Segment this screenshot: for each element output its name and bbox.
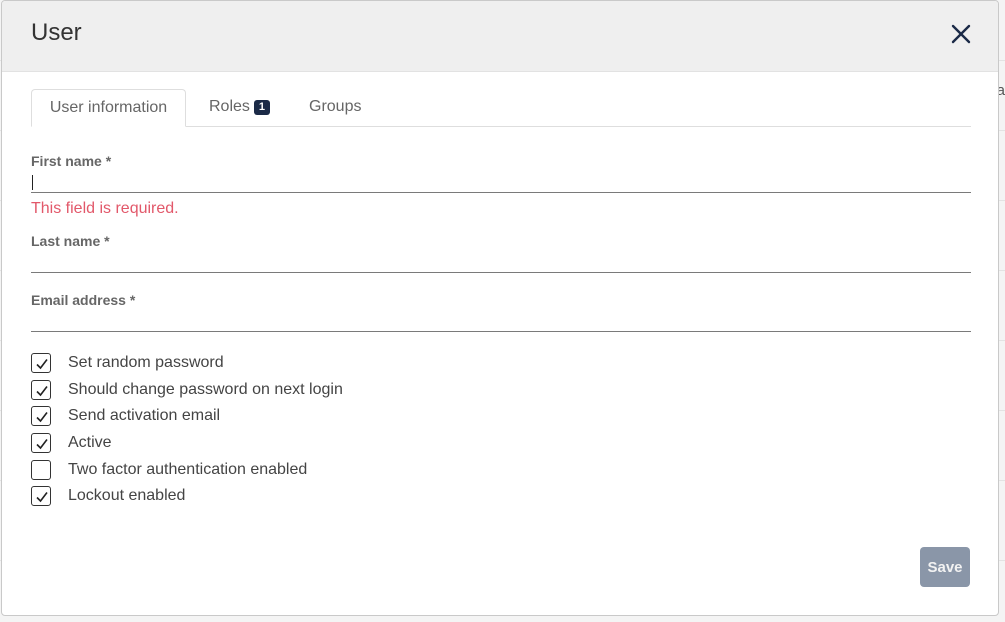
checkmark-icon [36, 412, 48, 423]
email-label: Email address * [31, 292, 136, 308]
checkbox-label: Two factor authentication enabled [68, 461, 308, 478]
checkmark-icon [36, 492, 48, 503]
modal-header: User [2, 1, 998, 72]
checkbox[interactable] [31, 353, 51, 373]
first-name-error: This field is required. [31, 200, 179, 217]
checkmark-icon [36, 439, 48, 450]
save-button[interactable]: Save [920, 547, 970, 587]
roles-count-badge: 1 [253, 100, 270, 115]
checkmark-icon [36, 359, 48, 370]
user-modal: User User information Roles 1 Groups Firs… [1, 0, 999, 616]
checkbox-label: Should change password on next login [68, 381, 343, 398]
modal-title: User [31, 19, 82, 46]
close-icon [951, 24, 971, 44]
text-caret [32, 175, 33, 190]
close-button[interactable] [948, 21, 974, 47]
checkbox-label: Send activation email [68, 407, 221, 424]
tab-label: User information [49, 99, 168, 116]
tab-label: Roles [209, 98, 250, 115]
checkbox[interactable] [31, 406, 51, 426]
tab-bar: User information Roles 1 Groups [31, 89, 971, 127]
last-name-label: Last name * [31, 233, 110, 249]
tab-label: Groups [309, 98, 362, 115]
checkbox-label: Active [68, 434, 112, 451]
checkmark-icon [36, 386, 48, 397]
first-name-input[interactable] [31, 171, 971, 193]
tab-user-information[interactable]: User information [31, 89, 186, 127]
first-name-label: First name * [31, 153, 112, 169]
checkbox-label: Set random password [68, 354, 224, 371]
last-name-input[interactable] [31, 251, 971, 273]
email-input[interactable] [31, 310, 971, 332]
checkbox[interactable] [31, 380, 51, 400]
tab-roles[interactable]: Roles 1 [209, 89, 270, 126]
checkbox[interactable] [31, 433, 51, 453]
checkbox-label: Lockout enabled [68, 487, 186, 504]
tab-groups[interactable]: Groups [309, 89, 361, 126]
checkbox[interactable] [31, 486, 51, 506]
checkbox[interactable] [31, 460, 51, 480]
